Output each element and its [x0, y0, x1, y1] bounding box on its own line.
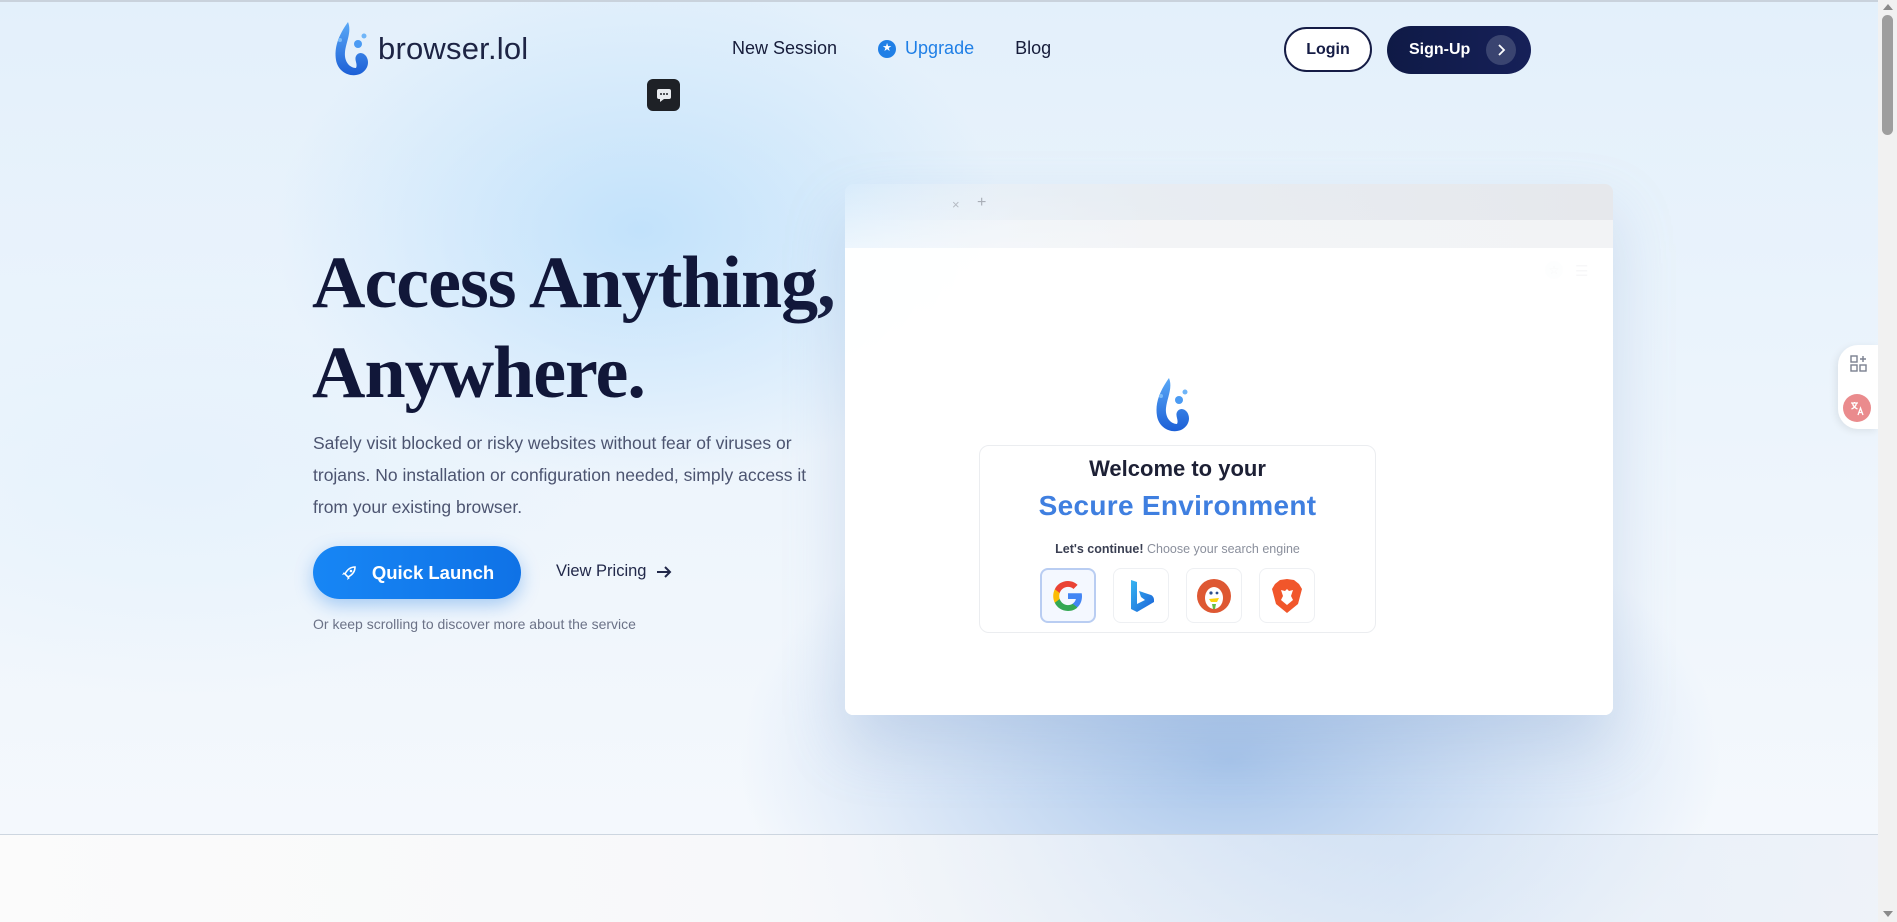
nav-upgrade[interactable]: ★ Upgrade [878, 38, 974, 59]
hero-subtitle: Safely visit blocked or risky websites w… [313, 433, 807, 517]
preview-tab-bar: × + [845, 184, 1613, 220]
duckduckgo-icon[interactable] [1186, 568, 1242, 623]
brave-icon[interactable] [1259, 568, 1315, 623]
hero-title-line2: Anywhere. [312, 332, 646, 414]
scrollbar-thumb[interactable] [1882, 15, 1893, 135]
view-pricing-label: View Pricing [556, 562, 647, 580]
welcome-card: Welcome to your Secure Environment Let's… [979, 445, 1376, 633]
translate-icon[interactable] [1843, 394, 1871, 422]
close-icon: × [952, 197, 960, 212]
chevron-right-icon [1486, 35, 1517, 65]
scroll-hint: Or keep scrolling to discover more about… [313, 616, 636, 632]
continue-rest: Choose your search engine [1147, 542, 1300, 556]
signup-label: Sign-Up [1409, 41, 1471, 58]
rocket-icon [341, 565, 356, 580]
hero-title: Access Anything, Anywhere. [312, 238, 872, 418]
brand-logo[interactable]: browser.lol [328, 18, 528, 80]
search-engine-list [1040, 568, 1315, 623]
nav-blog[interactable]: Blog [1015, 38, 1051, 59]
top-border [0, 0, 1878, 2]
water-drop-logo-icon [335, 22, 368, 76]
scroll-up-arrow-icon[interactable] [1883, 4, 1893, 10]
login-button[interactable]: Login [1284, 27, 1372, 72]
quick-launch-label: Quick Launch [371, 561, 495, 583]
view-pricing-link[interactable]: View Pricing [556, 562, 672, 581]
app-grid-icon[interactable] [1848, 353, 1870, 375]
page-scrollbar[interactable] [1878, 0, 1897, 922]
brand-name: browser.lol [378, 31, 529, 66]
continue-bold: Let's continue! [1055, 542, 1144, 556]
preview-content: Welcome to your Secure Environment Let's… [845, 248, 1613, 715]
quick-launch-button[interactable]: Quick Launch [313, 546, 521, 599]
next-section [0, 835, 1878, 922]
welcome-subheading: Secure Environment [1038, 490, 1317, 521]
chat-glyph-icon [656, 89, 671, 102]
bing-icon[interactable] [1113, 568, 1169, 623]
signup-button[interactable]: Sign-Up [1387, 26, 1531, 74]
browser-preview: × + ☆ ☰ Welcome to your [845, 184, 1613, 715]
water-drop-logo-icon [1156, 378, 1189, 432]
chat-bubble-icon[interactable] [647, 79, 680, 111]
choose-engine-text: Let's continue! Choose your search engin… [980, 542, 1375, 556]
plus-icon: + [977, 194, 987, 211]
main-nav: New Session ★ Upgrade Blog [732, 38, 1051, 59]
nav-new-session[interactable]: New Session [732, 38, 837, 59]
preview-url-bar: ☆ ☰ [845, 220, 1613, 280]
landing-page: browser.lol New Session ★ Upgrade Blog L… [0, 0, 1878, 922]
arrow-right-icon [657, 565, 672, 578]
hero-title-line1: Access Anything, [312, 242, 836, 324]
side-toolbar [1838, 345, 1878, 429]
star-badge-icon: ★ [878, 39, 897, 58]
nav-blog-label: Blog [1015, 38, 1052, 58]
nav-upgrade-label: Upgrade [905, 38, 975, 58]
welcome-heading: Welcome to your [1089, 456, 1266, 481]
scroll-down-arrow-icon[interactable] [1883, 911, 1893, 917]
nav-new-session-label: New Session [732, 38, 838, 58]
google-icon[interactable] [1040, 568, 1096, 623]
